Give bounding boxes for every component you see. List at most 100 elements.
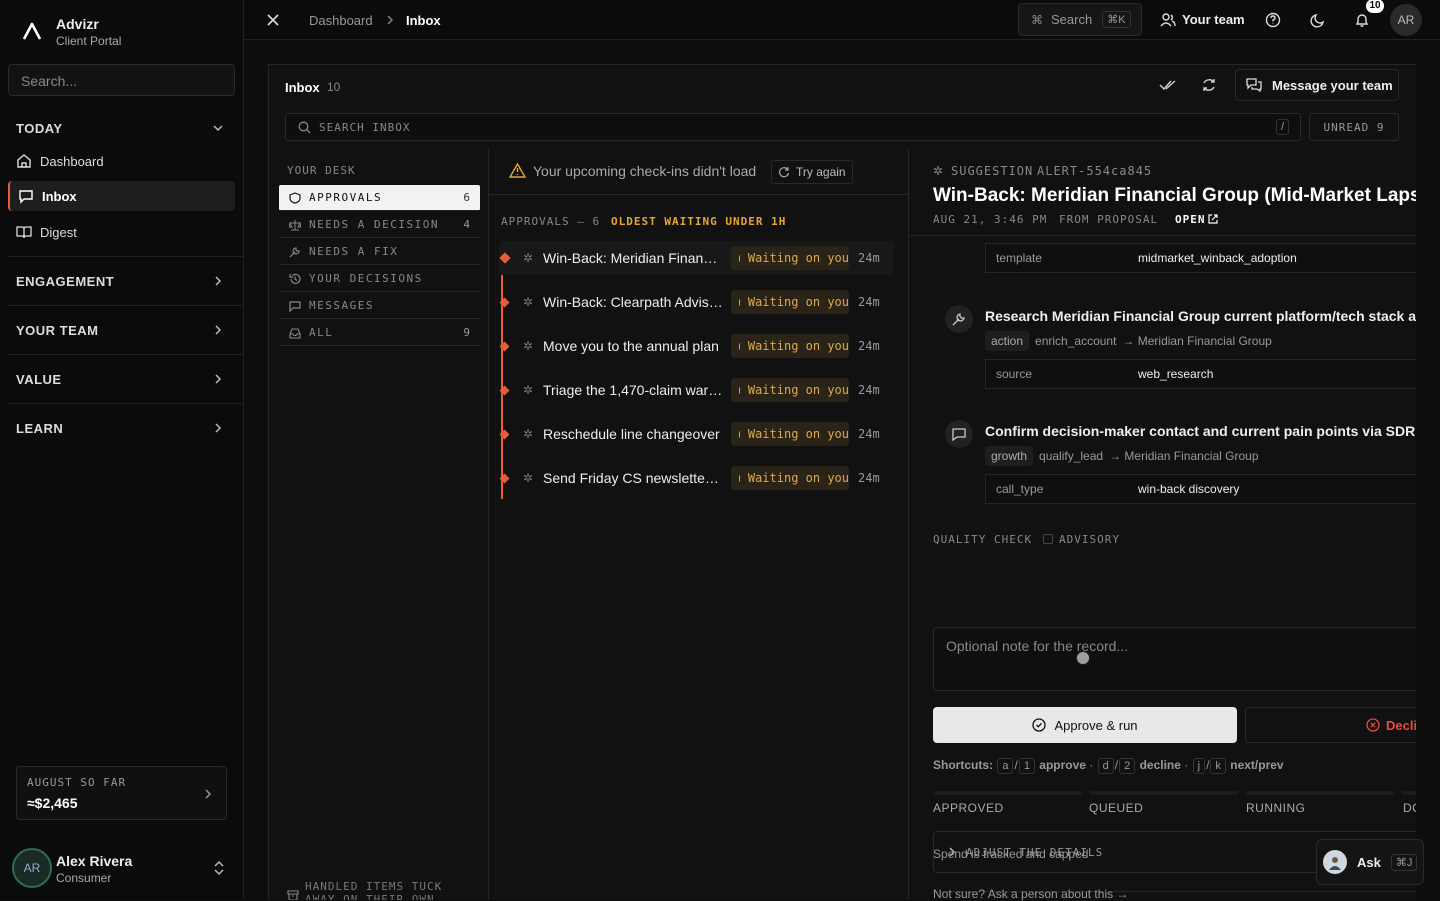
chevron-right-icon[interactable] <box>212 324 224 336</box>
refresh-icon <box>778 166 790 178</box>
approve-run-button[interactable]: Approve & run <box>933 707 1237 743</box>
alert-triangle-icon <box>509 163 526 178</box>
open-proposal-link[interactable]: OPEN <box>1175 213 1206 226</box>
list-item[interactable]: ✲ Triage the 1,470-claim warranty backlog… <box>499 373 894 407</box>
detail-from: FROM PROPOSAL <box>1059 213 1159 226</box>
brand-subtitle: Client Portal <box>56 34 122 48</box>
divider <box>8 354 243 355</box>
help-icon[interactable] <box>1265 12 1281 28</box>
stage-running: RUNNING <box>1246 801 1306 815</box>
list-item[interactable]: ✲ Reschedule line changeover Waiting on yo… <box>499 417 894 451</box>
sparkle-icon: ✲ <box>523 427 534 441</box>
kv-key: template <box>996 251 1043 265</box>
active-marker <box>499 252 511 264</box>
chevron-down-icon[interactable] <box>212 122 224 134</box>
section-your-team[interactable]: YOUR TEAM <box>16 323 99 338</box>
ask-person-link[interactable]: Not sure? Ask a person about this → <box>933 887 1128 901</box>
list-item[interactable]: ✲ Win-Back: Clearpath Advisory Waiting on … <box>499 285 894 319</box>
stage-bar <box>933 791 1083 795</box>
desk-column: YOUR DESK APPROVALS 6 NEEDS A DECISION 4… <box>269 149 489 900</box>
step-tags: action enrich_account → Meridian Financial… <box>985 331 1272 351</box>
chevron-right-icon[interactable] <box>212 373 224 385</box>
chevrons-up-down-icon[interactable] <box>213 860 225 876</box>
list-item[interactable]: ✲ Win-Back: Meridian Financial Group (Mid… <box>499 241 894 275</box>
list-item-title: Win-Back: Meridian Financial Group (Mid-… <box>543 250 723 266</box>
desk-item-all[interactable]: ALL 9 <box>279 320 480 346</box>
quality-check-label: QUALITY CHECK <box>933 533 1033 546</box>
approvals-list: Your upcoming check-ins didn't load Try … <box>489 149 909 900</box>
list-item-title: Triage the 1,470-claim warranty backlog <box>543 382 723 398</box>
shortcuts-label: Shortcuts: <box>933 758 993 772</box>
user-name: Alex Rivera <box>56 853 133 869</box>
decline-button[interactable]: Decline <box>1245 707 1416 743</box>
spend-card[interactable]: AUGUST SO FAR ≈$2,465 <box>16 766 227 820</box>
ask-button[interactable]: Ask ⌘J <box>1316 839 1424 885</box>
unread-filter[interactable]: UNREAD 9 <box>1309 113 1399 141</box>
list-item[interactable]: ✲ Move you to the annual plan Waiting on y… <box>499 329 894 363</box>
your-team-button[interactable]: Your team <box>1182 12 1245 27</box>
message-square-icon <box>18 188 34 204</box>
spend-note: Spend is tracked and capped <box>933 847 1089 861</box>
detail-alert-id: ALERT-554ca845 <box>1037 164 1153 178</box>
section-value[interactable]: VALUE <box>16 372 62 387</box>
step-target: → Meridian Financial Group <box>1122 334 1272 348</box>
shortcuts-hint: Shortcuts: a/1 approve · d/2 decline · j… <box>933 758 1284 774</box>
sidebar-item-dashboard[interactable]: Dashboard <box>8 146 235 176</box>
section-engagement[interactable]: ENGAGEMENT <box>16 274 114 289</box>
chevron-right-icon[interactable] <box>212 275 224 287</box>
check-all-icon[interactable] <box>1159 78 1177 92</box>
chevron-right-icon[interactable] <box>212 422 224 434</box>
step-tags: growth qualify_lead → Meridian Financial G… <box>985 446 1259 466</box>
section-today[interactable]: TODAY <box>16 121 63 136</box>
desk-item-messages[interactable]: MESSAGES <box>279 293 480 319</box>
close-icon[interactable] <box>266 13 280 27</box>
status-badge: Waiting on you <box>731 466 849 490</box>
sidebar-item-inbox[interactable]: Inbox <box>8 181 235 211</box>
divider <box>8 403 243 404</box>
list-item[interactable]: ✲ Send Friday CS newsletter draft Waiting … <box>499 461 894 495</box>
messages-icon <box>1246 77 1262 93</box>
wrench-icon <box>945 305 973 333</box>
desk-item-your-decisions[interactable]: YOUR DECISIONS <box>279 266 480 292</box>
x-circle-icon <box>1366 718 1380 732</box>
note-input[interactable]: Optional note for the record... <box>933 627 1416 691</box>
sparkle-icon: ✲ <box>933 164 944 178</box>
stage-done: DONE <box>1403 801 1416 815</box>
sidebar-search-input[interactable]: Search... <box>8 64 235 96</box>
refresh-icon[interactable] <box>1201 77 1217 93</box>
avatar[interactable]: AR <box>12 848 52 888</box>
step-function: enrich_account <box>1035 334 1117 348</box>
kbd-1: 1 <box>1018 758 1035 774</box>
avatar[interactable]: AR <box>1390 4 1422 36</box>
spend-label: AUGUST SO FAR <box>27 776 127 789</box>
sparkle-icon: ✲ <box>523 339 534 353</box>
section-learn[interactable]: LEARN <box>16 421 63 436</box>
message-team-button[interactable]: Message your team <box>1235 69 1399 101</box>
step-tag: action <box>985 331 1030 351</box>
desk-item-label: MESSAGES <box>309 299 374 312</box>
history-icon <box>289 273 301 285</box>
stage-approved: APPROVED <box>933 801 1004 815</box>
desk-item-approvals[interactable]: APPROVALS 6 <box>279 185 480 211</box>
breadcrumb-dashboard[interactable]: Dashboard <box>309 13 373 28</box>
desk-item-needs-fix[interactable]: NEEDS A FIX <box>279 239 480 265</box>
list-item-title: Win-Back: Clearpath Advisory <box>543 294 723 310</box>
bell-icon[interactable] <box>1354 12 1370 28</box>
search-kbd: / <box>1275 119 1289 135</box>
detail-pane: ✲ SUGGESTION ALERT-554ca845 Win-Back: Me… <box>909 149 1416 900</box>
sidebar-item-digest[interactable]: Digest <box>8 217 235 247</box>
divider <box>8 256 243 257</box>
ask-kbd: ⌘J <box>1390 853 1418 871</box>
desk-item-needs-decision[interactable]: NEEDS A DECISION 4 <box>279 212 480 238</box>
message-team-label: Message your team <box>1272 77 1393 93</box>
inbox-search-input[interactable]: SEARCH INBOX / <box>285 113 1301 141</box>
moon-icon[interactable] <box>1310 12 1326 28</box>
advisory-checkbox[interactable] <box>1043 534 1053 544</box>
step-title: Confirm decision-maker contact and curre… <box>985 423 1416 439</box>
desk-item-label: NEEDS A DECISION <box>309 218 439 231</box>
external-link-icon[interactable] <box>1208 214 1218 224</box>
sparkle-icon: ✲ <box>523 295 534 309</box>
global-search-button[interactable]: ⌘ Search ⌘K <box>1018 3 1142 36</box>
list-item-title: Reschedule line changeover <box>543 426 720 442</box>
try-again-button[interactable]: Try again <box>771 160 853 184</box>
